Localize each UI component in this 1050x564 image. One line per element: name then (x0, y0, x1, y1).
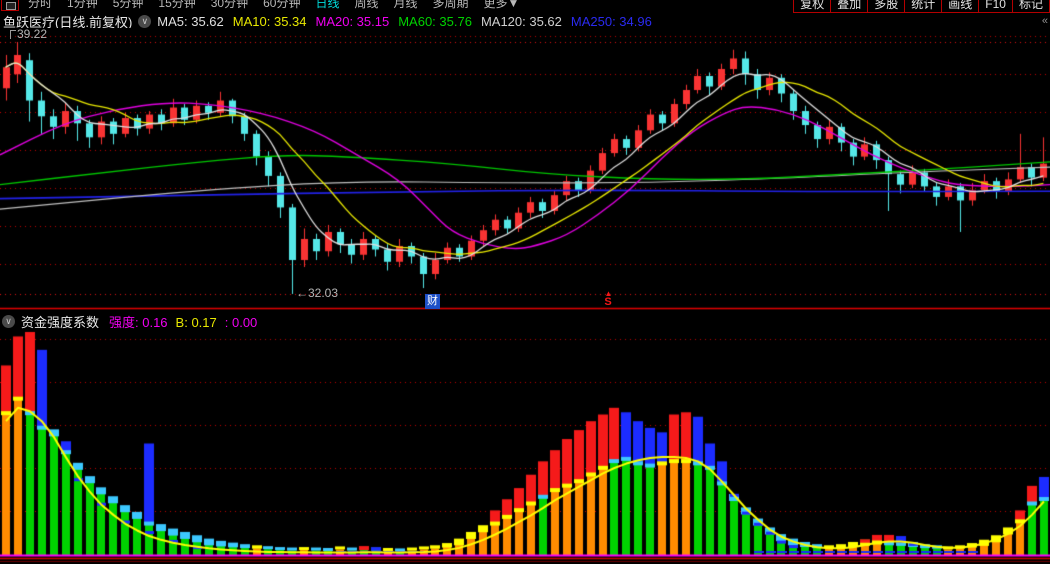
indicator-chevron-down-icon[interactable]: ∨ (2, 314, 15, 328)
toolbar-button-6[interactable]: 标记 (1011, 0, 1050, 13)
ma-label-5: MA250: 34.96 (570, 13, 652, 29)
period-menu-item-1[interactable]: 1分钟 (67, 0, 98, 12)
period-menu-item-6[interactable]: 日线 (315, 0, 339, 12)
indicator-header: ∨ 资金强度系数 强度: 0.16 B: 0.17 : 0.00 (0, 312, 1050, 330)
indicator-field-2: : 0.00 (224, 314, 258, 330)
ma-values: MA5: 35.62 MA10: 35.34 MA20: 35.15 MA60: 35… (157, 14, 661, 29)
indicator-field-0: 强度: 0.16 (109, 314, 168, 330)
chevron-down-icon[interactable]: ∨ (138, 14, 152, 28)
period-menu-item-4[interactable]: 30分钟 (211, 0, 248, 12)
toolbar-button-4[interactable]: 画线 (941, 0, 980, 13)
indicator-name: 资金强度系数 (21, 314, 100, 330)
indicator-values: 强度: 0.16 B: 0.17 : 0.00 (109, 312, 265, 331)
window-icon[interactable] (1, 0, 19, 11)
period-menu-item-3[interactable]: 15分钟 (158, 0, 195, 12)
period-menu-item-0[interactable]: 分时 (28, 0, 52, 12)
toolbar-button-1[interactable]: 叠加 (830, 0, 869, 13)
toolbar: 分时 1分钟 5分钟 15分钟 30分钟 60分钟 日线 周线 月线 多周期 更多▼ 复权 叠加 多股统… (0, 0, 1050, 13)
toolbar-button-3[interactable]: 统计 (904, 0, 943, 13)
period-menu-item-2[interactable]: 5分钟 (113, 0, 144, 12)
ma-label-1: MA10: 35.34 (232, 13, 307, 29)
trading-terminal: 分时 1分钟 5分钟 15分钟 30分钟 60分钟 日线 周线 月线 多周期 更多▼ 复权 叠加 多股统… (0, 0, 1050, 564)
ma-label-0: MA5: 35.62 (157, 13, 224, 29)
toolbar-buttons: 复权 叠加 多股 统计 画线 F10 标记 (793, 0, 1050, 13)
period-menu: 分时 1分钟 5分钟 15分钟 30分钟 60分钟 日线 周线 月线 多周期 更多▼ (28, 0, 519, 12)
high-price-marker: 39.22 (10, 27, 47, 41)
finance-report-badge[interactable]: 财 (425, 294, 440, 309)
period-menu-item-9[interactable]: 多周期 (433, 0, 469, 12)
period-menu-item-7[interactable]: 周线 (354, 0, 378, 12)
indicator-field-1: B: 0.17 (175, 314, 217, 330)
toolbar-button-5[interactable]: F10 (978, 0, 1013, 13)
sell-signal-marker: ▲ S (601, 290, 615, 308)
candlestick-chart-canvas[interactable] (0, 28, 1050, 310)
period-menu-item-10[interactable]: 更多▼ (484, 0, 520, 12)
signal-letter: S (604, 296, 612, 308)
window-glyph (6, 2, 16, 10)
toolbar-button-2[interactable]: 多股 (867, 0, 906, 13)
low-price-marker: ←32.03 (296, 286, 339, 300)
ma-label-2: MA20: 35.15 (315, 13, 390, 29)
toolbar-button-0[interactable]: 复权 (793, 0, 832, 13)
period-menu-item-5[interactable]: 60分钟 (263, 0, 300, 12)
ma-label-3: MA60: 35.76 (398, 13, 472, 29)
indicator-chart-canvas[interactable] (0, 330, 1050, 564)
high-marker-tick (10, 30, 16, 40)
ma-label-4: MA120: 35.62 (480, 13, 562, 29)
chart-title-bar: 鱼跃医疗(日线.前复权) ∨ MA5: 35.62 MA10: 35.34 MA20… (0, 14, 1050, 30)
collapse-arrow-icon[interactable]: « (1042, 15, 1048, 27)
period-menu-item-8[interactable]: 月线 (394, 0, 418, 12)
